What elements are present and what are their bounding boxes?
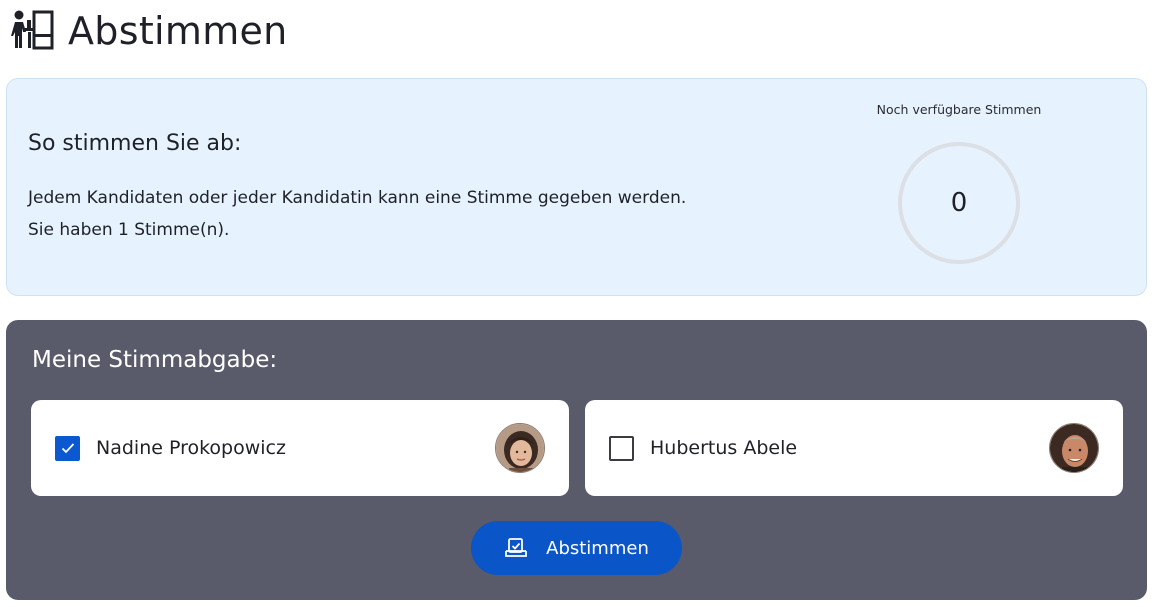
candidate-avatar (495, 423, 545, 473)
candidate-card-hubertus-abele[interactable]: Hubertus Abele (585, 400, 1123, 496)
ballot-box-icon (505, 538, 528, 557)
candidate-avatar (1049, 423, 1099, 473)
remaining-votes-counter: 0 (898, 142, 1020, 264)
instructions-text: Jedem Kandidaten oder jeder Kandidatin k… (28, 188, 687, 208)
page-title: Abstimmen (68, 9, 288, 53)
candidate-name: Hubertus Abele (650, 437, 798, 459)
candidate-name: Nadine Prokopowicz (96, 437, 286, 459)
candidate-checkbox-checked[interactable] (55, 435, 80, 461)
votes-allowed-text: Sie haben 1 Stimme(n). (28, 220, 230, 240)
male-portrait-image (1050, 424, 1098, 472)
page-header: Abstimmen (10, 6, 288, 56)
voting-person-icon (11, 10, 54, 50)
ballot-heading: Meine Stimmabgabe: (32, 347, 278, 373)
female-portrait-image (496, 424, 544, 472)
candidate-card-nadine-prokopowicz[interactable]: Nadine Prokopowicz (31, 400, 569, 496)
instructions-heading: So stimmen Sie ab: (28, 131, 242, 156)
voting-page: Abstimmen So stimmen Sie ab: Jedem Kandi… (0, 0, 1158, 607)
ballot-panel: Meine Stimmabgabe: Nadine Prokopowicz Hu… (6, 320, 1147, 600)
checkmark-icon (61, 443, 74, 454)
voting-instructions: So stimmen Sie ab: Jedem Kandidaten oder… (6, 78, 1147, 296)
submit-vote-button[interactable]: Abstimmen (471, 521, 682, 575)
candidate-checkbox-unchecked[interactable] (609, 435, 634, 461)
remaining-votes-label: Noch verfügbare Stimmen (876, 102, 1042, 117)
remaining-votes-value: 0 (950, 188, 968, 218)
submit-vote-label: Abstimmen (546, 537, 649, 559)
